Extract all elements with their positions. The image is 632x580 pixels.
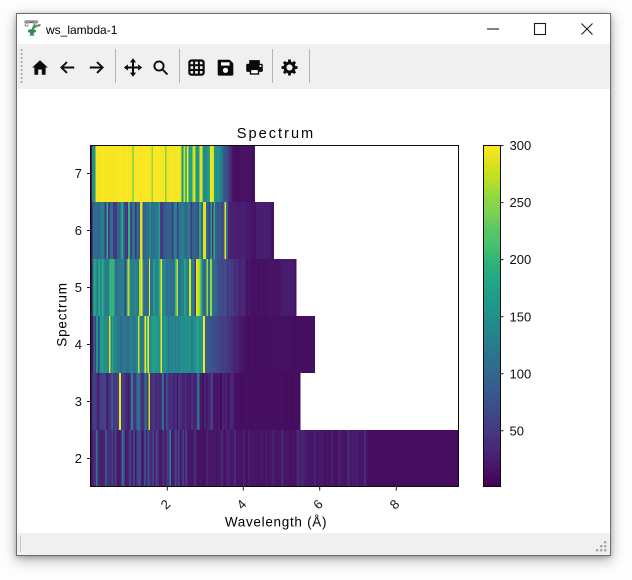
svg-text:6: 6 [75,223,82,238]
svg-text:Spectrum: Spectrum [55,282,70,347]
svg-text:Spectrum: Spectrum [237,126,315,142]
svg-text:7: 7 [75,166,82,181]
svg-text:300: 300 [510,138,532,153]
svg-text:50: 50 [510,423,524,438]
svg-text:2: 2 [75,451,82,466]
svg-text:6: 6 [310,497,326,513]
svg-text:4: 4 [234,497,250,513]
svg-text:8: 8 [387,497,403,513]
svg-text:Wavelength (Å): Wavelength (Å) [225,515,327,530]
svg-text:250: 250 [510,195,532,210]
svg-text:2: 2 [158,497,174,513]
svg-text:4: 4 [75,337,82,352]
svg-text:100: 100 [510,366,532,381]
svg-text:5: 5 [75,280,82,295]
svg-text:3: 3 [75,394,82,409]
svg-text:150: 150 [510,309,532,324]
svg-text:200: 200 [510,252,532,267]
